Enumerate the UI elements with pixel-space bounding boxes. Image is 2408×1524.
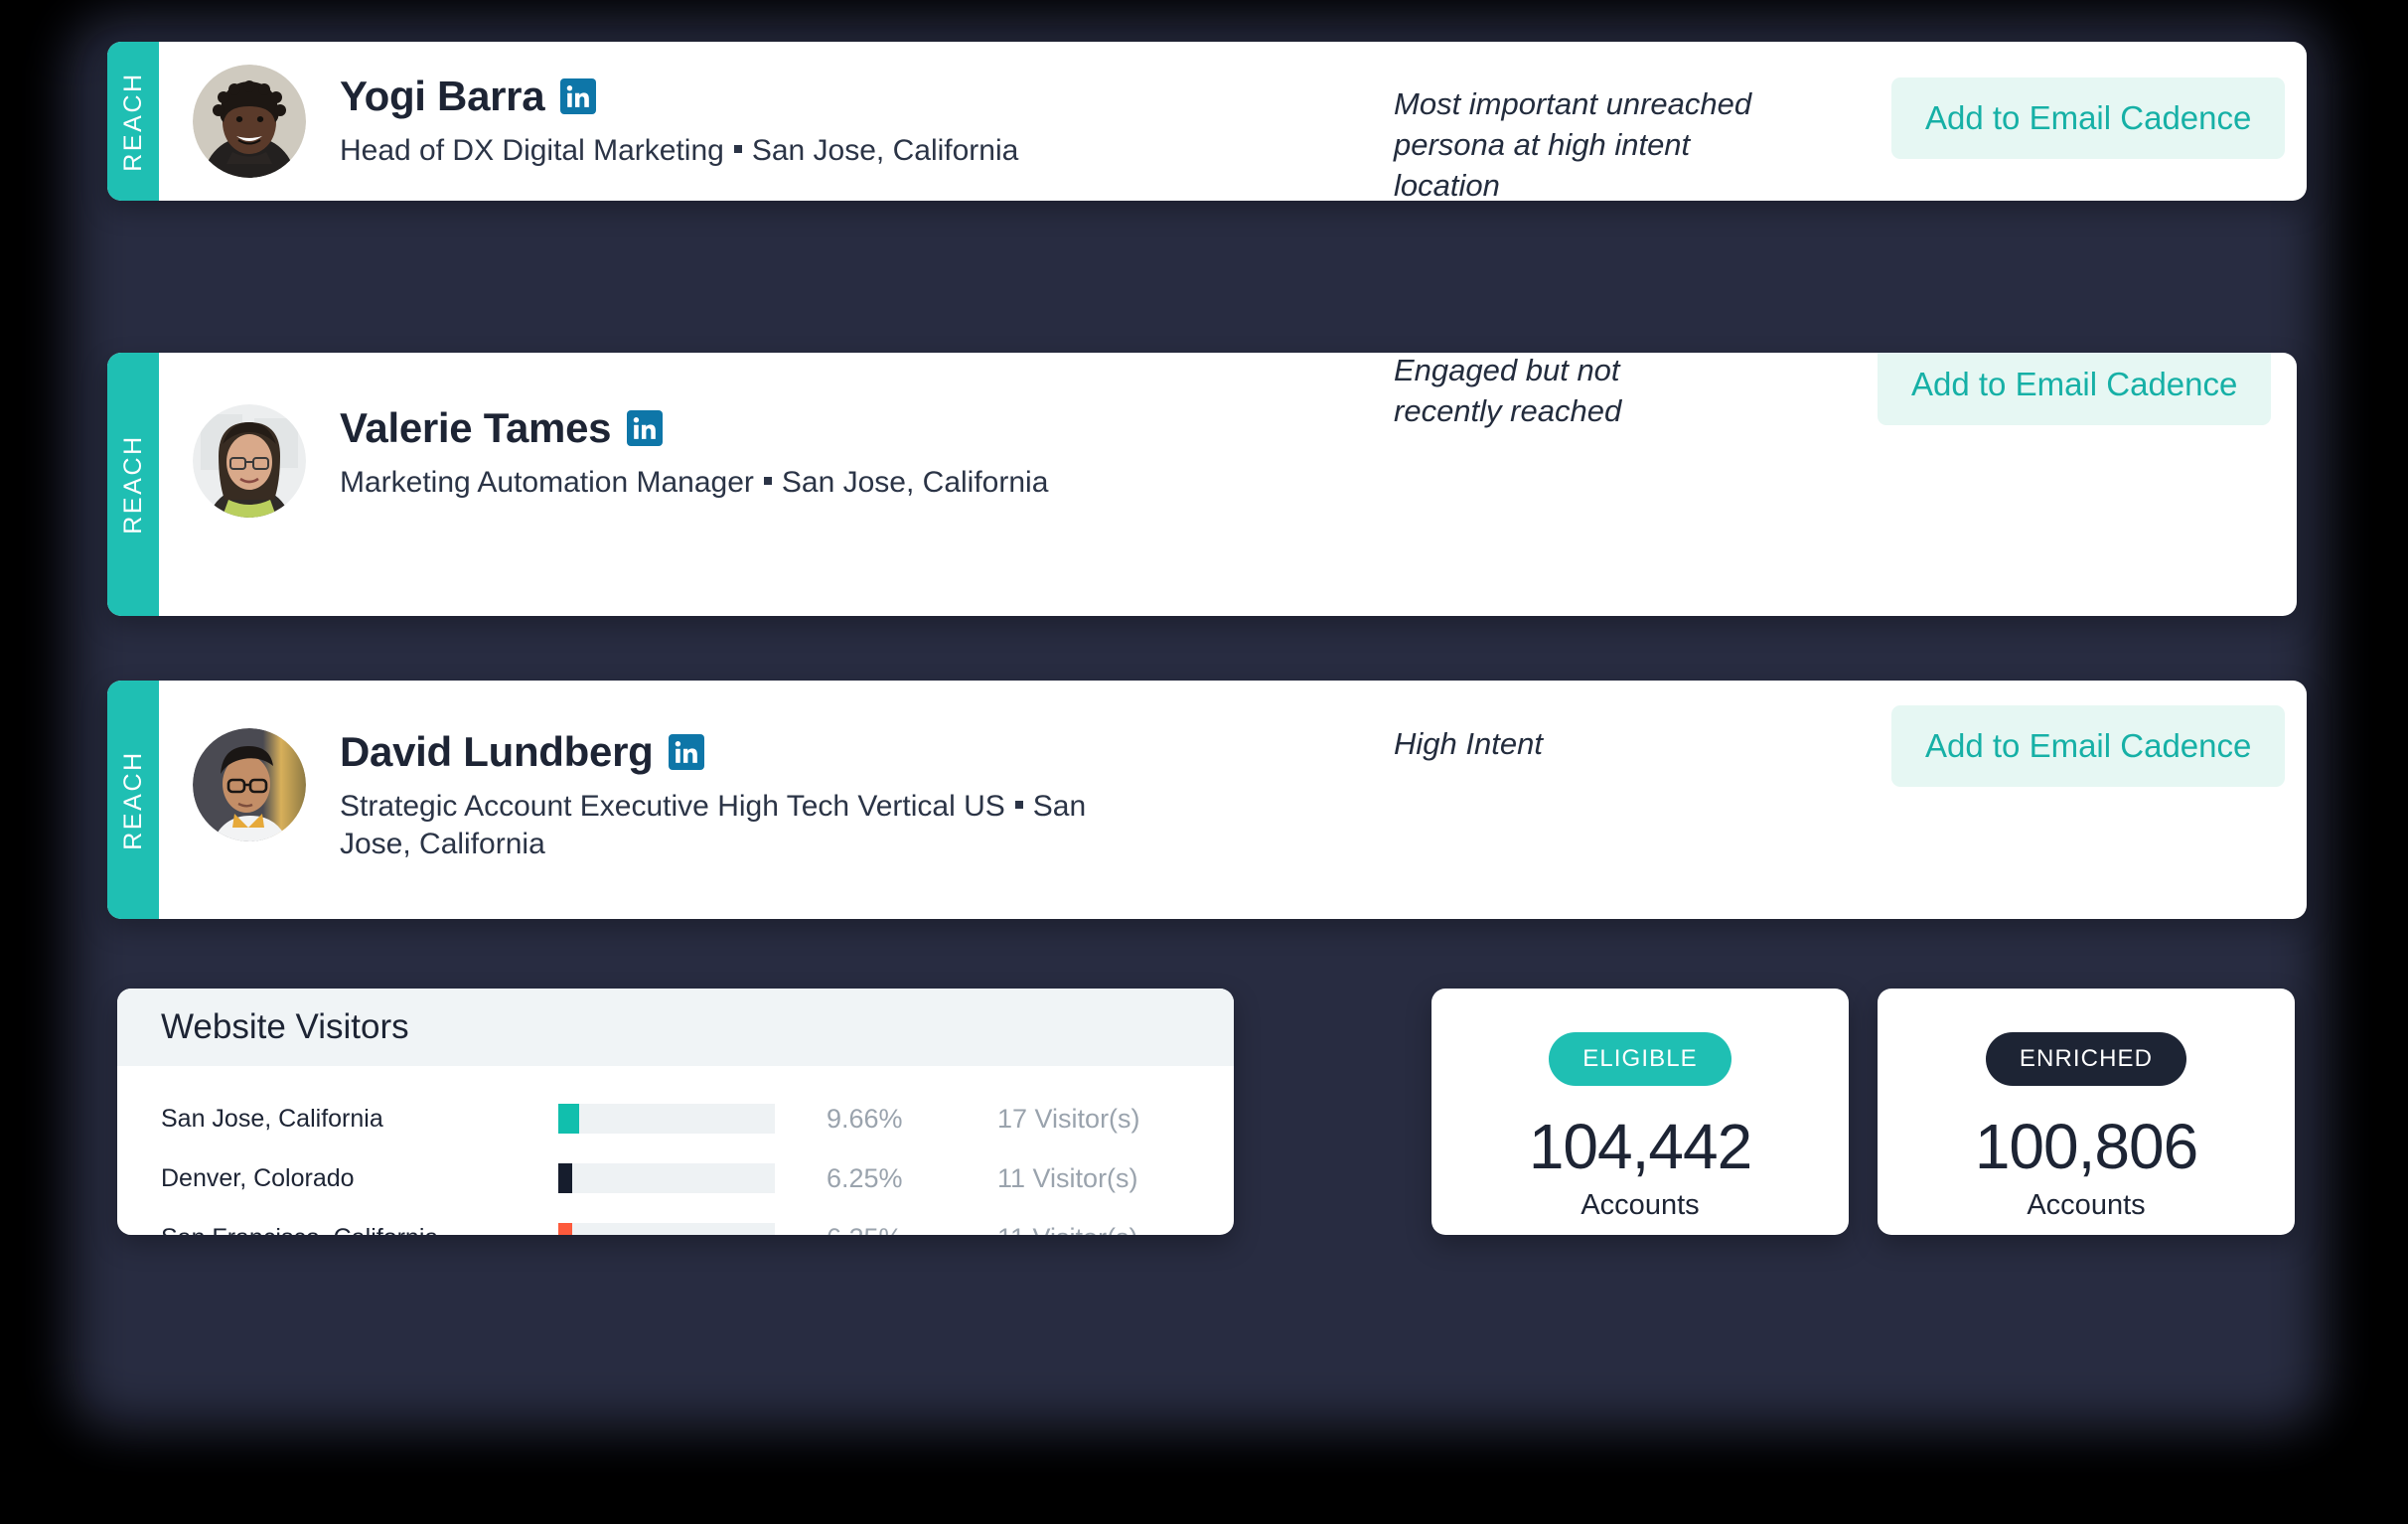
screenshot-root: REACH Yogi Barra Head of DX Digital Mark… — [0, 0, 2408, 1524]
visitor-percent: 6.25% — [827, 1162, 903, 1193]
person-location: San Jose, California — [781, 466, 1049, 499]
visitor-bar-fill — [558, 1163, 572, 1193]
stat-value: 100,806 — [1974, 1111, 2198, 1182]
person-card-body: Yogi Barra Head of DX Digital Marketing S… — [159, 42, 2307, 201]
person-name-row: Valerie Tames — [340, 404, 1048, 452]
linkedin-icon[interactable] — [627, 410, 664, 446]
website-visitors-header: Website Visitors — [117, 989, 1234, 1066]
person-name-row: Yogi Barra — [340, 73, 1018, 120]
linkedin-icon[interactable] — [560, 77, 597, 114]
visitor-count: 17 Visitor(s) — [997, 1103, 1140, 1134]
visitor-bar-track — [558, 1163, 775, 1193]
stat-value: 104,442 — [1528, 1111, 1752, 1182]
visitor-bar-track — [558, 1223, 775, 1235]
person-location: San Jose, California — [751, 133, 1019, 167]
stat-card-enriched: ENRICHED 100,806 Accounts — [1878, 989, 2295, 1235]
visitor-row[interactable]: San Jose, California 9.66% 17 Visitor(s) — [117, 1096, 1234, 1142]
add-to-email-cadence-button[interactable]: Add to Email Cadence — [1891, 705, 2286, 787]
add-to-email-cadence-button[interactable]: Add to Email Cadence — [1878, 353, 2272, 425]
person-annotation: High Intent — [1394, 726, 1543, 761]
avatar — [193, 404, 306, 518]
person-annotation: Most important unreached persona at high… — [1394, 86, 1752, 201]
visitor-percent: 6.25% — [775, 1223, 976, 1236]
separator-dot — [733, 144, 742, 153]
reach-badge-label: REACH — [118, 71, 147, 172]
separator-dot — [763, 477, 772, 486]
person-name: Valerie Tames — [340, 404, 612, 451]
visitor-percent: 9.66% — [827, 1103, 903, 1134]
panel-title: Website Visitors — [161, 1007, 409, 1046]
avatar — [193, 728, 306, 841]
reach-badge-label: REACH — [118, 749, 147, 850]
person-subtitle: Marketing Automation Manager San Jose, Ca… — [340, 464, 1048, 502]
visitor-bar-track — [558, 1104, 775, 1134]
separator-dot — [1014, 801, 1023, 810]
person-title: Head of DX Digital Marketing — [340, 133, 724, 167]
person-name: Yogi Barra — [340, 72, 545, 119]
person-card[interactable]: REACH — [107, 42, 2307, 201]
person-subtitle: Head of DX Digital Marketing San Jose, Ca… — [340, 132, 1018, 170]
website-visitors-rows: San Jose, California 9.66% 17 Visitor(s)… — [117, 1066, 1234, 1235]
person-info: Yogi Barra Head of DX Digital Marketing S… — [340, 73, 1018, 170]
visitor-row[interactable]: Denver, Colorado 6.25% 11 Visitor(s) — [117, 1155, 1234, 1201]
visitor-bar-fill — [558, 1223, 572, 1235]
person-info: David Lundberg Strategic Account Executi… — [340, 728, 1149, 864]
visitor-location: Denver, Colorado — [161, 1163, 355, 1192]
reach-badge: REACH — [107, 681, 159, 919]
visitor-location: San Francisco, California — [161, 1224, 558, 1236]
visitor-count: 11 Visitor(s) — [976, 1223, 1138, 1236]
visitor-bar-fill — [558, 1104, 580, 1134]
person-info: Valerie Tames Marketing Automation Manag… — [340, 404, 1048, 502]
status-badge: ENRICHED — [1985, 1032, 2187, 1086]
avatar — [193, 65, 306, 178]
person-name-row: David Lundberg — [340, 728, 1149, 776]
person-title: Strategic Account Executive High Tech Ve… — [340, 790, 1005, 823]
status-badge: ELIGIBLE — [1549, 1032, 1731, 1086]
person-card-body: Valerie Tames Marketing Automation Manag… — [159, 353, 2297, 616]
add-to-email-cadence-button[interactable]: Add to Email Cadence — [1891, 77, 2286, 159]
stat-label: Accounts — [1580, 1189, 1700, 1221]
website-visitors-panel: Website Visitors San Jose, California 9.… — [117, 989, 1234, 1235]
person-card[interactable]: REACH — [107, 681, 2307, 919]
person-card-body: David Lundberg Strategic Account Executi… — [159, 681, 2307, 919]
person-name: David Lundberg — [340, 728, 654, 775]
visitor-count: 11 Visitor(s) — [997, 1162, 1138, 1193]
visitor-row[interactable]: San Francisco, California 6.25% 11 Visit… — [117, 1215, 1234, 1235]
person-card[interactable]: REACH — [107, 353, 2297, 616]
linkedin-icon[interactable] — [669, 734, 705, 770]
reach-badge: REACH — [107, 42, 159, 201]
person-title: Marketing Automation Manager — [340, 466, 754, 499]
person-annotation: Engaged but not recently reached — [1394, 353, 1622, 429]
person-subtitle: Strategic Account Executive High Tech Ve… — [340, 788, 1149, 864]
stat-card-eligible: ELIGIBLE 104,442 Accounts — [1431, 989, 1849, 1235]
stat-label: Accounts — [2027, 1189, 2146, 1221]
reach-badge: REACH — [107, 353, 159, 616]
reach-badge-label: REACH — [118, 434, 147, 534]
visitor-location: San Jose, California — [161, 1104, 383, 1133]
